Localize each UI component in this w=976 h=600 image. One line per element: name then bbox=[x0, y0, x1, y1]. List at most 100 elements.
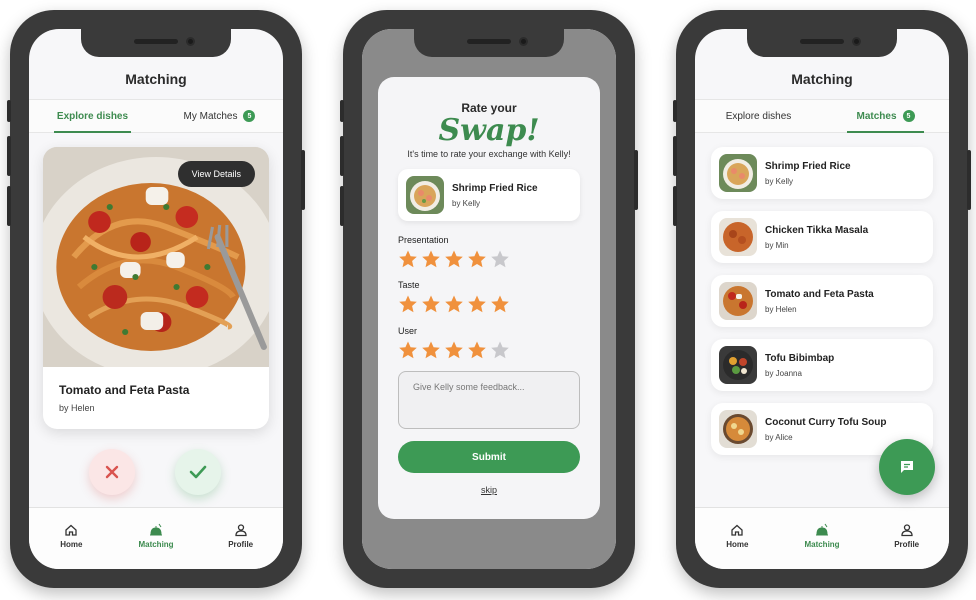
star-empty-icon[interactable] bbox=[490, 249, 510, 269]
star-rating-taste[interactable] bbox=[398, 294, 510, 314]
star-filled-icon[interactable] bbox=[444, 249, 464, 269]
match-dish-author: by Min bbox=[765, 241, 789, 250]
dish-thumbnail bbox=[719, 410, 757, 448]
notch bbox=[747, 29, 897, 57]
match-dish-author: by Helen bbox=[765, 305, 797, 314]
dish-thumbnail bbox=[719, 218, 757, 256]
nav-matching[interactable]: Matching bbox=[114, 508, 199, 569]
notch bbox=[81, 29, 231, 57]
exchange-dish-author: by Kelly bbox=[452, 199, 481, 208]
match-dish-name: Tofu Bibimbap bbox=[765, 353, 835, 364]
dish-card[interactable]: View Details Tomato and Feta Pasta by He… bbox=[43, 147, 269, 429]
modal-subtitle: It's time to rate your exchange with Kel… bbox=[407, 149, 571, 159]
chat-button[interactable] bbox=[879, 439, 935, 495]
nav-home[interactable]: Home bbox=[29, 508, 114, 569]
count-badge: 5 bbox=[902, 110, 915, 122]
matching-icon bbox=[816, 523, 828, 535]
tab-label: Matches bbox=[856, 110, 897, 122]
phone-explore: Matching Explore dishes My Matches 5 Vie… bbox=[7, 10, 305, 588]
star-filled-icon[interactable] bbox=[444, 294, 464, 314]
rating-label-user: User bbox=[398, 326, 418, 336]
screen: Rate your Swap! It's time to rate your e… bbox=[362, 29, 616, 569]
exchange-card: Shrimp Fried Rice by Kelly bbox=[398, 169, 580, 221]
brand-logo: Swap! bbox=[438, 113, 540, 148]
tab-my-matches[interactable]: My Matches 5 bbox=[156, 100, 283, 132]
nav-profile[interactable]: Profile bbox=[198, 508, 283, 569]
accept-button[interactable] bbox=[175, 449, 221, 495]
match-item[interactable]: Shrimp Fried Rice by Kelly bbox=[711, 147, 933, 199]
star-filled-icon[interactable] bbox=[398, 249, 418, 269]
tab-matches[interactable]: Matches 5 bbox=[822, 100, 949, 133]
match-dish-author: by Alice bbox=[765, 433, 793, 442]
count-badge: 5 bbox=[243, 110, 256, 122]
star-filled-icon[interactable] bbox=[444, 340, 464, 360]
star-filled-icon[interactable] bbox=[421, 340, 441, 360]
exchange-dish-name: Shrimp Fried Rice bbox=[452, 183, 538, 194]
bottom-nav: Home Matching Profile bbox=[29, 507, 283, 569]
match-dish-name: Shrimp Fried Rice bbox=[765, 161, 851, 172]
notch bbox=[414, 29, 564, 57]
dish-thumbnail bbox=[719, 346, 757, 384]
view-details-button[interactable]: View Details bbox=[177, 161, 255, 187]
dish-name: Tomato and Feta Pasta bbox=[59, 383, 190, 397]
star-rating-user[interactable] bbox=[398, 340, 510, 360]
dish-thumbnail bbox=[406, 176, 444, 214]
star-filled-icon[interactable] bbox=[467, 294, 487, 314]
match-item[interactable]: Tomato and Feta Pasta by Helen bbox=[711, 275, 933, 327]
dish-thumbnail bbox=[719, 154, 757, 192]
tab-explore-dishes[interactable]: Explore dishes bbox=[29, 100, 156, 133]
nav-label: Home bbox=[726, 539, 749, 549]
nav-label: Profile bbox=[228, 539, 254, 549]
nav-label: Home bbox=[60, 539, 83, 549]
dish-author: by Helen bbox=[59, 403, 95, 413]
bottom-nav: Home Matching Profile bbox=[695, 507, 949, 569]
phone-rate-swap: Rate your Swap! It's time to rate your e… bbox=[340, 10, 638, 588]
nav-label: Matching bbox=[804, 539, 840, 549]
nav-home[interactable]: Home bbox=[695, 508, 780, 569]
tab-label: Explore dishes bbox=[725, 110, 792, 122]
tab-bar: Explore dishes My Matches 5 bbox=[29, 99, 283, 133]
rating-label-taste: Taste bbox=[398, 280, 420, 290]
check-icon bbox=[189, 465, 207, 479]
star-filled-icon[interactable] bbox=[398, 294, 418, 314]
screen: Matching Explore dishes My Matches 5 Vie… bbox=[29, 29, 283, 569]
matching-icon bbox=[150, 523, 162, 535]
page-title: Matching bbox=[791, 71, 853, 87]
match-dish-name: Tomato and Feta Pasta bbox=[765, 289, 874, 300]
home-icon bbox=[65, 524, 77, 536]
star-rating-presentation[interactable] bbox=[398, 249, 510, 269]
skip-link[interactable]: skip bbox=[378, 485, 600, 495]
nav-profile[interactable]: Profile bbox=[864, 508, 949, 569]
showcase: Matching Explore dishes My Matches 5 Vie… bbox=[0, 0, 976, 600]
tab-label: Explore dishes bbox=[56, 110, 129, 122]
rating-modal: Rate your Swap! It's time to rate your e… bbox=[378, 77, 600, 519]
close-icon bbox=[105, 465, 119, 479]
home-icon bbox=[731, 524, 743, 536]
dimmed-nav bbox=[362, 525, 616, 569]
nav-label: Matching bbox=[138, 539, 174, 549]
star-filled-icon[interactable] bbox=[398, 340, 418, 360]
reject-button[interactable] bbox=[89, 449, 135, 495]
tab-explore-dishes[interactable]: Explore dishes bbox=[695, 100, 822, 132]
profile-icon bbox=[901, 523, 913, 536]
tab-label: My Matches bbox=[183, 110, 238, 122]
star-filled-icon[interactable] bbox=[467, 249, 487, 269]
star-filled-icon[interactable] bbox=[421, 249, 441, 269]
match-item[interactable]: Chicken Tikka Masala by Min bbox=[711, 211, 933, 263]
feedback-input[interactable]: Give Kelly some feedback... bbox=[398, 371, 580, 429]
nav-matching[interactable]: Matching bbox=[780, 508, 865, 569]
chat-icon bbox=[901, 461, 913, 473]
tab-bar: Explore dishes Matches 5 bbox=[695, 99, 949, 133]
match-dish-author: by Joanna bbox=[765, 369, 802, 378]
match-dish-name: Coconut Curry Tofu Soup bbox=[765, 417, 887, 428]
star-filled-icon[interactable] bbox=[421, 294, 441, 314]
profile-icon bbox=[235, 523, 247, 536]
match-item[interactable]: Tofu Bibimbap by Joanna bbox=[711, 339, 933, 391]
nav-label: Profile bbox=[894, 539, 920, 549]
submit-button[interactable]: Submit bbox=[398, 441, 580, 473]
star-empty-icon[interactable] bbox=[490, 340, 510, 360]
dish-thumbnail bbox=[719, 282, 757, 320]
star-filled-icon[interactable] bbox=[467, 340, 487, 360]
star-filled-icon[interactable] bbox=[490, 294, 510, 314]
page-title: Matching bbox=[125, 71, 187, 87]
